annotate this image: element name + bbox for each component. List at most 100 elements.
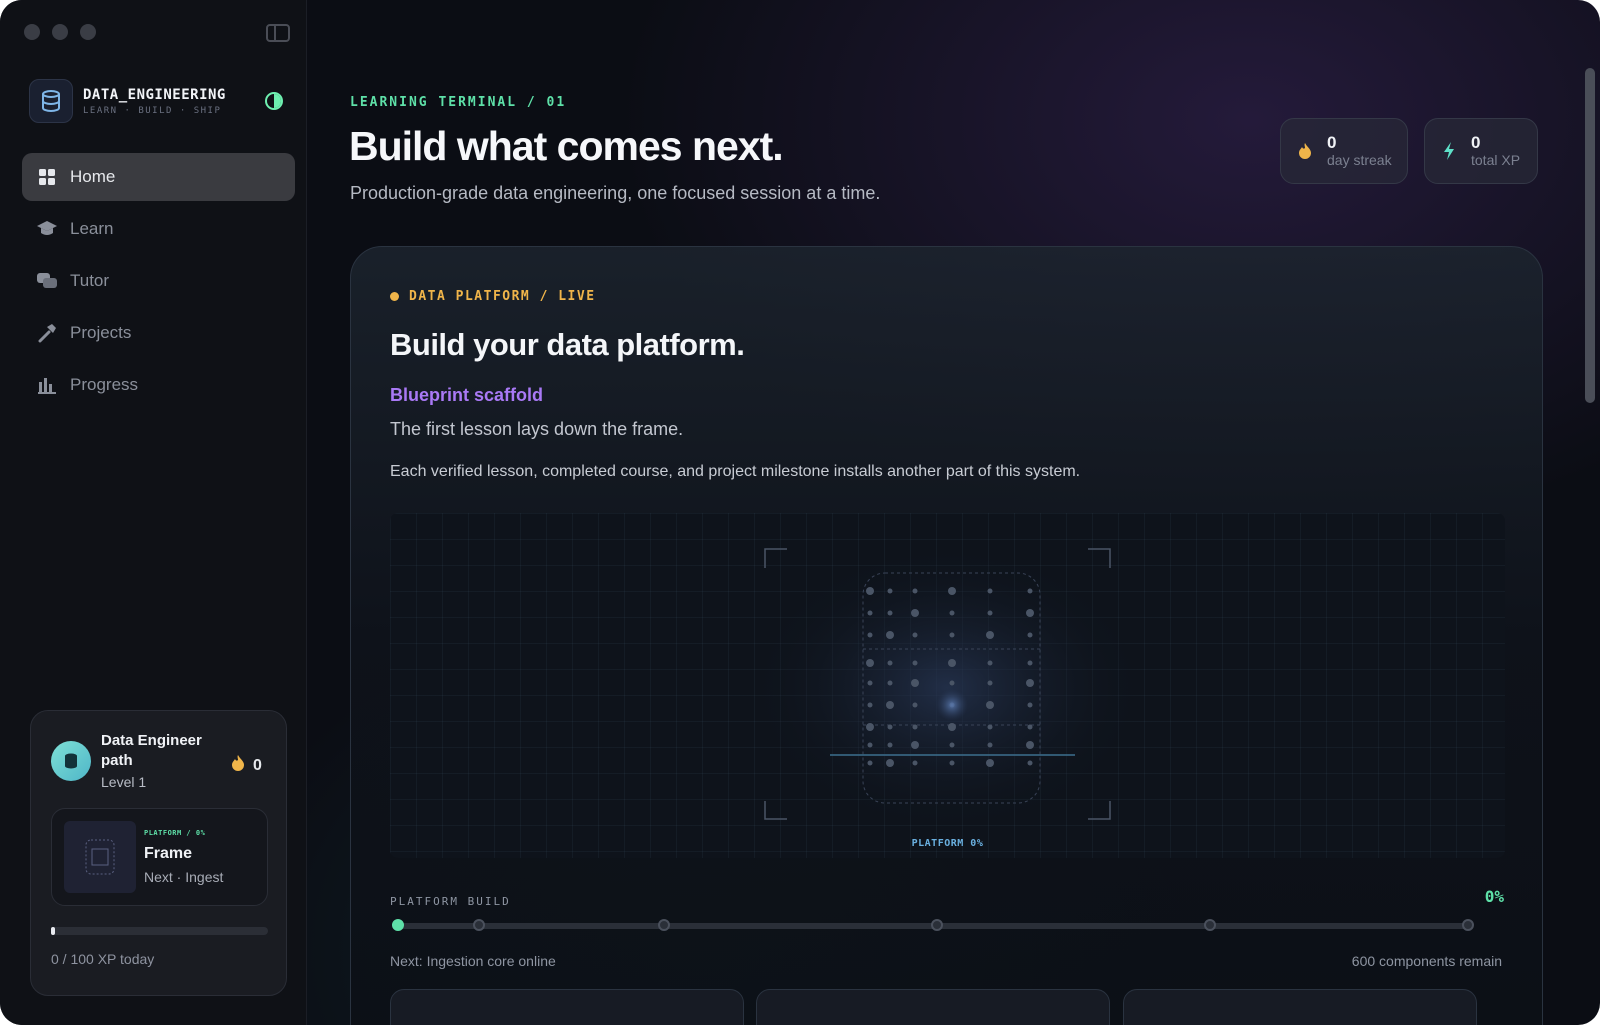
window-controls: [24, 24, 96, 40]
build-progress-track: [392, 919, 1474, 931]
blueprint-node: [911, 609, 919, 617]
sidebar-item-label: Tutor: [70, 271, 110, 290]
xp-progress-fill: [51, 927, 55, 935]
sidebar-item-learn[interactable]: Learn: [22, 205, 295, 253]
bolt-icon: [1439, 141, 1459, 161]
blueprint-node: [886, 631, 894, 639]
blueprint-node: [912, 724, 918, 730]
page-title: Build what comes next.: [349, 123, 784, 169]
blueprint-node: [1026, 609, 1034, 617]
database-logo-icon: [29, 79, 73, 123]
blueprint-node: [987, 680, 993, 686]
blueprint-node: [1026, 741, 1034, 749]
blueprint-node: [867, 742, 873, 748]
current-stage-card[interactable]: PLATFORM / 0% Frame Next · Ingest: [51, 808, 268, 906]
blueprint-node: [867, 632, 873, 638]
blueprint-node: [948, 723, 956, 731]
blueprint-node: [949, 632, 955, 638]
blueprint-node: [949, 680, 955, 686]
component-card[interactable]: [1123, 989, 1477, 1025]
milestone-node: [1204, 919, 1216, 931]
close-window-button[interactable]: [24, 24, 40, 40]
milestone-node: [931, 919, 943, 931]
build-percent: 0%: [1484, 887, 1504, 906]
blueprint-node: [867, 702, 873, 708]
blueprint-node: [912, 702, 918, 708]
bar-chart-icon: [36, 374, 58, 396]
data-platform-card: DATA PLATFORM / LIVE Build your data pla…: [350, 246, 1543, 1025]
sidebar-item-home[interactable]: Home: [22, 153, 295, 201]
blueprint-node: [948, 587, 956, 595]
graduation-cap-icon: [36, 218, 58, 240]
blueprint-diagram: [747, 543, 1147, 833]
total-xp-label: total XP: [1471, 152, 1521, 168]
sidebar-item-projects[interactable]: Projects: [22, 309, 295, 357]
blueprint-node: [1027, 632, 1033, 638]
blueprint-node: [867, 760, 873, 766]
sidebar-item-label: Projects: [70, 323, 132, 342]
path-level: Level 1: [101, 774, 147, 790]
sidebar-toggle-icon[interactable]: [266, 24, 290, 42]
flame-icon: [231, 754, 245, 777]
blueprint-node: [866, 587, 874, 595]
blueprint-node: [987, 588, 993, 594]
blueprint-node: [986, 701, 994, 709]
theme-toggle-icon[interactable]: [265, 92, 283, 110]
sidebar-nav: Home Learn Tutor Projects Progress: [22, 153, 295, 413]
path-avatar-icon: [51, 741, 91, 781]
blueprint-node: [912, 660, 918, 666]
blueprint-node: [887, 724, 893, 730]
main-content: LEARNING TERMINAL / 01 Build what comes …: [307, 0, 1600, 1025]
blueprint-node: [912, 760, 918, 766]
chat-bubbles-icon: [36, 270, 58, 292]
blueprint-node: [866, 659, 874, 667]
maximize-window-button[interactable]: [80, 24, 96, 40]
build-label: PLATFORM BUILD: [390, 895, 511, 908]
blueprint-node: [867, 610, 873, 616]
sidebar-item-label: Progress: [70, 375, 139, 394]
blueprint-node: [867, 680, 873, 686]
blueprint-node: [987, 610, 993, 616]
component-card[interactable]: [390, 989, 744, 1025]
page-kicker: LEARNING TERMINAL / 01: [350, 95, 567, 110]
blueprint-node: [1027, 588, 1033, 594]
next-milestone: Next: Ingestion core online: [390, 953, 556, 969]
sidebar-item-progress[interactable]: Progress: [22, 361, 295, 409]
sidebar: DATA_ENGINEERING LEARN · BUILD · SHIP Ho…: [0, 0, 307, 1025]
minimize-window-button[interactable]: [52, 24, 68, 40]
blueprint-node: [1027, 760, 1033, 766]
xp-progress-bar: [51, 927, 268, 935]
blueprint-node: [886, 701, 894, 709]
path-streak-count: 0: [253, 756, 262, 774]
blueprint-node: [949, 760, 955, 766]
flame-icon: [1295, 142, 1315, 160]
platform-kicker-text: DATA PLATFORM / LIVE: [409, 289, 596, 304]
sidebar-item-tutor[interactable]: Tutor: [22, 257, 295, 305]
blueprint-node: [987, 742, 993, 748]
hammer-icon: [36, 322, 58, 344]
stage-name: Blueprint scaffold: [390, 385, 544, 405]
frame-next: Next · Ingest: [144, 869, 224, 885]
page-subtitle: Production-grade data engineering, one f…: [350, 183, 881, 203]
stage-description: The first lesson lays down the frame.: [390, 419, 684, 439]
blueprint-node: [866, 723, 874, 731]
blueprint-node: [912, 588, 918, 594]
day-streak-stat: 0 day streak: [1280, 118, 1408, 184]
platform-title: Build your data platform.: [390, 327, 745, 362]
frame-name: Frame: [144, 845, 193, 862]
blueprint-node: [1027, 724, 1033, 730]
brand: DATA_ENGINEERING LEARN · BUILD · SHIP: [29, 79, 226, 123]
blueprint-node: [948, 659, 956, 667]
total-xp-stat: 0 total XP: [1424, 118, 1538, 184]
learning-path-card[interactable]: Data Engineer path Level 1 0 PLATFORM / …: [30, 710, 287, 996]
frame-thumbnail: [64, 821, 136, 893]
xp-text: 0 / 100 XP today: [51, 951, 155, 967]
blueprint-node: [887, 660, 893, 666]
path-title: Data Engineer path: [101, 732, 202, 769]
main-scrollbar[interactable]: [1585, 68, 1595, 403]
component-card[interactable]: [756, 989, 1110, 1025]
platform-description: Each verified lesson, completed course, …: [390, 463, 1081, 480]
blueprint-node: [1027, 702, 1033, 708]
blueprint-node: [987, 724, 993, 730]
path-streak: 0: [231, 754, 262, 777]
